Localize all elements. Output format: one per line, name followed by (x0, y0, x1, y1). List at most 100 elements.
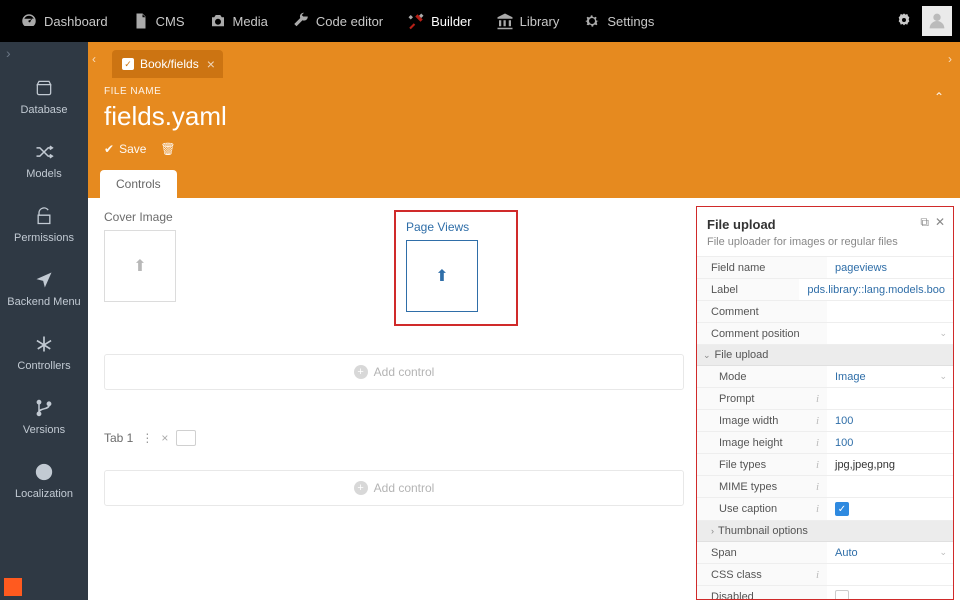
field-name-input[interactable]: pageviews (827, 257, 953, 278)
tools-icon (407, 12, 425, 30)
collapse-header-icon[interactable]: ⌃ (934, 90, 944, 104)
span-select[interactable]: Auto⌄ (827, 542, 953, 563)
info-icon[interactable]: i (816, 415, 819, 427)
comment-input[interactable] (827, 301, 953, 322)
tab-next[interactable]: › (948, 52, 952, 66)
add-control-button[interactable]: + Add control (104, 470, 684, 506)
file-tab-strip: ‹ ✓ Book/fields × › (88, 42, 960, 78)
status-indicator (4, 578, 22, 596)
sidebar-item-controllers[interactable]: Controllers (0, 320, 88, 384)
upload-placeholder[interactable]: ⬆ (406, 240, 478, 312)
user-avatar[interactable] (922, 6, 952, 36)
upload-placeholder[interactable]: ⬆ (104, 230, 176, 302)
branch-icon (34, 398, 54, 418)
field-cover-image[interactable]: Cover Image ⬆ (104, 210, 394, 326)
chevron-right-icon: › (711, 526, 714, 536)
left-sidebar: › Database Models Permissions Backend Me… (0, 42, 88, 600)
close-icon[interactable]: ✕ (935, 215, 945, 230)
sidebar-item-versions[interactable]: Versions (0, 384, 88, 448)
sidebar-item-database[interactable]: Database (0, 64, 88, 128)
wrench-icon (292, 12, 310, 30)
sidebar-label: Localization (15, 488, 73, 500)
sidebar-item-models[interactable]: Models (0, 128, 88, 192)
gauge-icon (20, 12, 38, 30)
tab-checkbox[interactable] (176, 430, 196, 446)
css-class-input[interactable] (827, 564, 953, 585)
group-file-upload[interactable]: ⌄File upload (697, 345, 953, 366)
nav-builder[interactable]: Builder (395, 0, 483, 42)
unlock-icon (34, 206, 54, 226)
file-label: FILE NAME (104, 86, 944, 97)
nav-label: Builder (431, 14, 471, 29)
tab-prev[interactable]: ‹ (92, 52, 96, 66)
preferences-icon[interactable] (886, 12, 922, 31)
plus-icon: + (354, 481, 368, 495)
library-icon (496, 12, 514, 30)
nav-library[interactable]: Library (484, 0, 572, 42)
sidebar-item-backend-menu[interactable]: Backend Menu (0, 256, 88, 320)
save-button[interactable]: ✔Save (104, 142, 146, 156)
trash-icon: 🗑 (160, 142, 175, 156)
mode-select[interactable]: Image⌄ (827, 366, 953, 387)
nav-label: Dashboard (44, 14, 108, 29)
field-title: Cover Image (104, 210, 394, 224)
nav-label: Library (520, 14, 560, 29)
nav-label: Code editor (316, 14, 383, 29)
sidebar-label: Permissions (14, 232, 74, 244)
inspector-subtitle: File uploader for images or regular file… (707, 236, 943, 248)
sidebar-label: Models (26, 168, 61, 180)
close-tab-icon[interactable]: × (161, 431, 168, 445)
nav-code-editor[interactable]: Code editor (280, 0, 395, 42)
file-tab[interactable]: ✓ Book/fields × (112, 50, 223, 78)
delete-button[interactable]: 🗑 (160, 142, 175, 156)
subtab-controls[interactable]: Controls (100, 170, 177, 198)
checkbox-unchecked-icon (835, 590, 849, 599)
sidebar-label: Backend Menu (7, 296, 80, 308)
info-icon[interactable]: i (816, 393, 819, 405)
inspector-header: File upload File uploader for images or … (697, 207, 953, 257)
inspector-panel: File upload File uploader for images or … (696, 206, 954, 600)
nav-dashboard[interactable]: Dashboard (8, 0, 120, 42)
file-header: FILE NAME fields.yaml ✔Save 🗑 ⌃ (88, 78, 960, 168)
info-icon[interactable]: i (816, 437, 819, 449)
shuffle-icon (34, 142, 54, 162)
file-name-heading: fields.yaml (104, 101, 944, 132)
file-tab-label: Book/fields (140, 57, 199, 71)
gears-icon (583, 12, 601, 30)
check-icon: ✔ (104, 142, 114, 156)
close-tab-icon[interactable]: × (207, 56, 215, 72)
check-icon: ✓ (122, 58, 134, 70)
nav-settings[interactable]: Settings (571, 0, 666, 42)
label-input[interactable]: pds.library::lang.models.boo (799, 279, 953, 300)
tab-label[interactable]: Tab 1 (104, 431, 133, 445)
mime-types-input[interactable] (827, 476, 953, 497)
image-width-input[interactable]: 100 (827, 410, 953, 431)
nav-cms[interactable]: CMS (120, 0, 197, 42)
add-control-button[interactable]: + Add control (104, 354, 684, 390)
field-page-views[interactable]: Page Views ⬆ (394, 210, 684, 326)
comment-position-select[interactable]: ⌄ (827, 323, 953, 344)
info-icon[interactable]: i (816, 481, 819, 493)
use-caption-checkbox[interactable]: ✓ (827, 498, 953, 520)
inspector-rows: Field namepageviews Labelpds.library::la… (697, 257, 953, 599)
info-icon[interactable]: i (816, 569, 819, 581)
sidebar-item-permissions[interactable]: Permissions (0, 192, 88, 256)
asterisk-icon (34, 334, 54, 354)
plus-icon: + (354, 365, 368, 379)
sidebar-expand-toggle[interactable]: › (0, 42, 88, 64)
group-thumbnail-options[interactable]: ›Thumbnail options (697, 521, 953, 542)
popout-icon[interactable]: ⧉ (920, 215, 929, 230)
tab-menu-icon[interactable]: ⋮ (141, 431, 153, 445)
file-types-input[interactable]: jpg,jpeg,png (827, 454, 953, 475)
page-icon (132, 12, 150, 30)
info-icon[interactable]: i (816, 459, 819, 471)
prompt-input[interactable] (827, 388, 953, 409)
disabled-checkbox[interactable] (827, 586, 953, 599)
upload-icon: ⬆ (133, 256, 146, 276)
image-height-input[interactable]: 100 (827, 432, 953, 453)
sidebar-item-localization[interactable]: Localization (0, 448, 88, 512)
info-icon[interactable]: i (816, 503, 819, 515)
nav-media[interactable]: Media (197, 0, 280, 42)
sidebar-label: Versions (23, 424, 65, 436)
database-icon (34, 78, 54, 98)
